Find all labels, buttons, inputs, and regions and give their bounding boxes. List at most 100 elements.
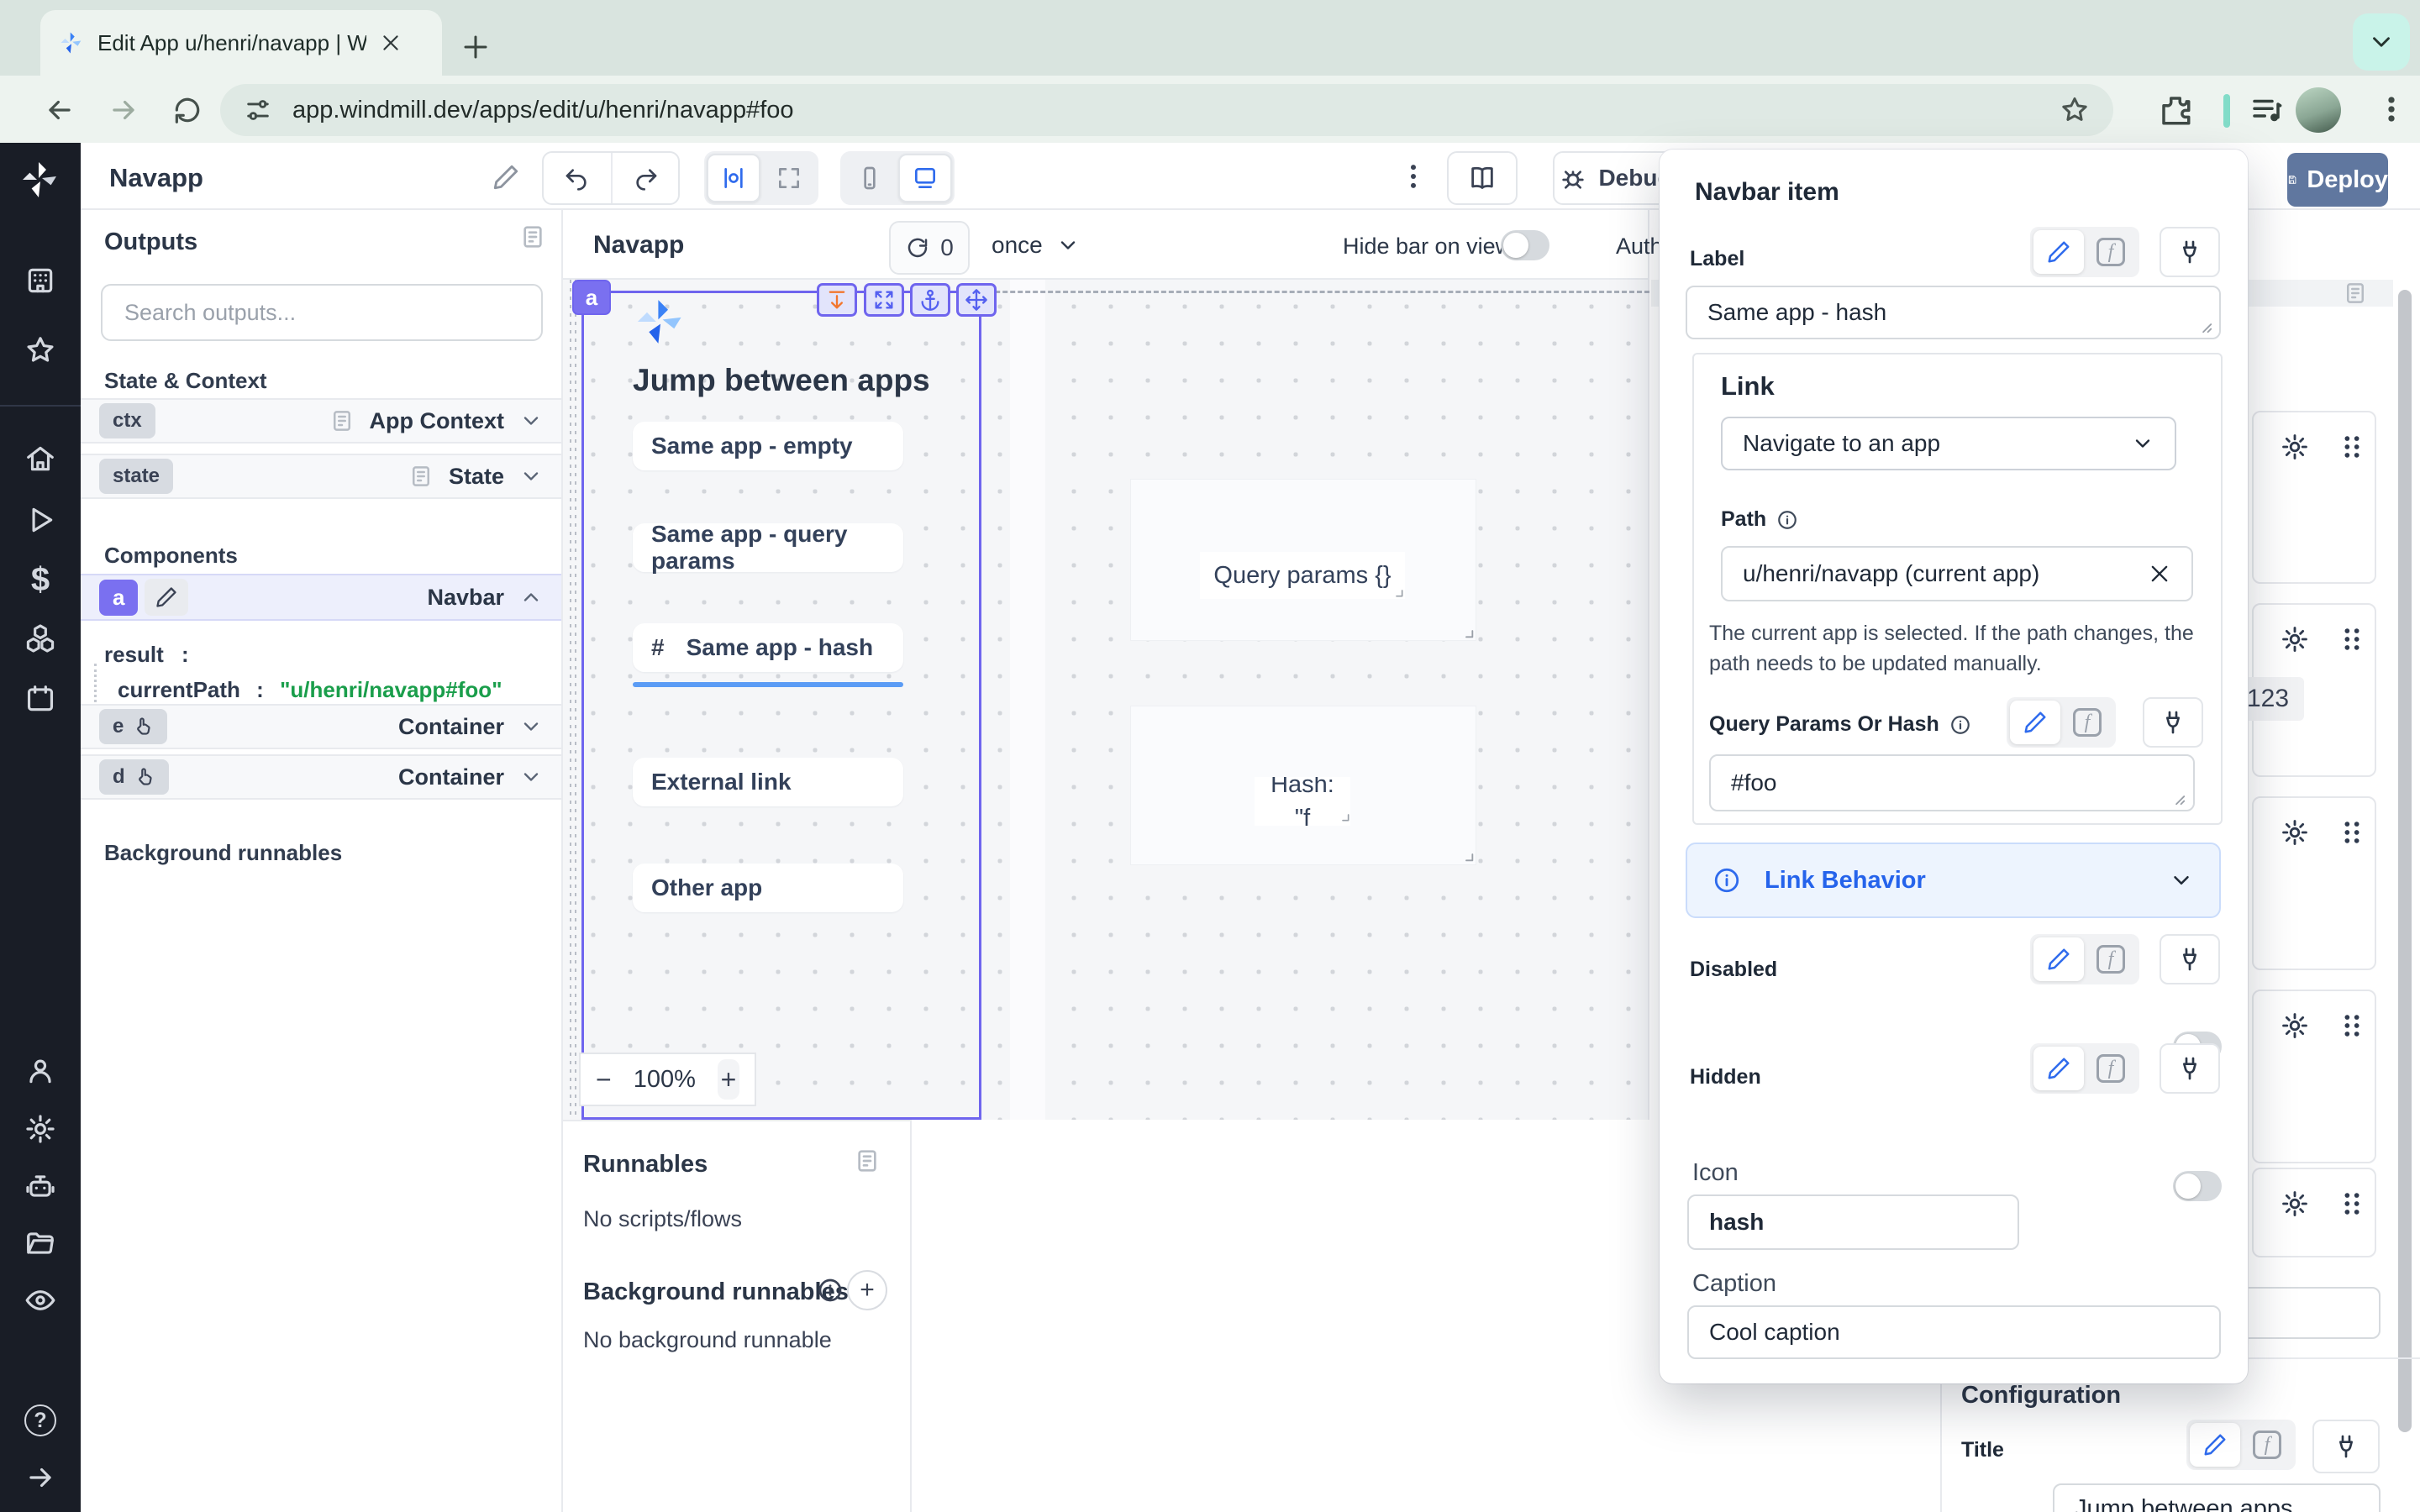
workspace-icon[interactable] [24, 265, 56, 297]
browser-menu-icon[interactable] [2373, 91, 2410, 128]
connect-plug-button[interactable] [2160, 1043, 2220, 1094]
container-d-row[interactable]: d Container [81, 754, 561, 800]
canvas-resize-gutter[interactable] [568, 280, 578, 1120]
help-icon[interactable]: ? [24, 1404, 56, 1436]
nav-item-other-app[interactable]: Other app [633, 864, 903, 912]
fn-icon[interactable]: f [2086, 1047, 2136, 1090]
textarea-resize-icon[interactable] [2168, 788, 2186, 806]
url-bar[interactable]: app.windmill.dev/apps/edit/u/henri/navap… [220, 84, 2113, 136]
container-e-row[interactable]: e Container [81, 704, 561, 749]
nav-item-hash[interactable]: # Same app - hash [633, 623, 903, 672]
panel-toggle-icon[interactable] [2343, 281, 2368, 306]
desktop-view-button[interactable] [898, 154, 952, 202]
users-person-icon[interactable] [24, 1055, 56, 1087]
fullscreen-component-button[interactable] [864, 283, 904, 317]
navbar-component-row[interactable]: a Navbar [81, 574, 561, 621]
docs-book-button[interactable] [1447, 151, 1518, 205]
favorites-star-icon[interactable] [24, 334, 56, 366]
expand-sidebar-arrow-icon[interactable] [24, 1462, 56, 1494]
fn-icon[interactable]: f [2242, 1423, 2292, 1467]
site-settings-icon[interactable] [244, 96, 272, 124]
chevron-down-icon[interactable] [519, 409, 543, 433]
icon-input[interactable]: hash [1687, 1194, 2019, 1250]
hide-bar-toggle[interactable] [1501, 230, 1549, 260]
move-component-button[interactable] [956, 283, 997, 317]
anchor-component-button[interactable] [910, 283, 950, 317]
hidden-toggle[interactable] [2173, 1171, 2222, 1201]
connect-plug-button[interactable] [2143, 697, 2203, 748]
selected-component-outline[interactable] [581, 291, 981, 1120]
static-pencil-icon[interactable] [2033, 1047, 2084, 1090]
static-pencil-icon[interactable] [2033, 937, 2084, 981]
bookmark-star-icon[interactable] [2060, 95, 2090, 125]
back-icon[interactable] [44, 94, 76, 126]
centered-layout-button[interactable] [707, 154, 760, 202]
schedules-calendar-icon[interactable] [24, 683, 56, 715]
chevron-down-icon[interactable] [519, 715, 543, 738]
avatar[interactable] [2296, 87, 2341, 133]
caption-input[interactable]: Cool caption [1687, 1305, 2221, 1359]
forward-icon[interactable] [108, 94, 139, 126]
redo-button[interactable] [611, 153, 678, 203]
state-row[interactable]: state State [81, 454, 561, 499]
zoom-out-button[interactable]: − [596, 1064, 612, 1095]
resize-corner-icon[interactable] [1334, 806, 1351, 823]
resize-corner-icon[interactable] [1388, 582, 1405, 599]
link-kind-select[interactable]: Navigate to an app [1721, 417, 2176, 470]
resize-corner-icon[interactable] [1457, 845, 1476, 864]
config-title-input[interactable]: Jump between apps [2053, 1483, 2381, 1512]
settings-gear-icon[interactable] [24, 1113, 56, 1145]
connect-plug-button[interactable] [2160, 227, 2220, 277]
zoom-in-button[interactable]: + [718, 1059, 739, 1100]
chevron-up-icon[interactable] [519, 585, 543, 609]
textarea-resize-icon[interactable] [2195, 316, 2213, 334]
folders-icon[interactable] [24, 1227, 56, 1259]
browser-tab[interactable]: Edit App u/henri/navapp | Win [40, 10, 442, 76]
fn-icon[interactable]: f [2086, 230, 2136, 274]
refresh-count-button[interactable]: 0 [889, 221, 970, 275]
chevron-down-icon[interactable] [519, 465, 543, 488]
component-card[interactable] [2252, 411, 2376, 584]
tab-list-button[interactable] [2353, 13, 2410, 71]
mobile-view-button[interactable] [843, 154, 897, 202]
run-mode-select[interactable]: once [992, 232, 1080, 259]
new-tab-button[interactable] [460, 32, 491, 62]
scrollbar-thumb[interactable] [2398, 290, 2412, 1432]
component-card[interactable] [2252, 990, 2376, 1163]
undo-button[interactable] [544, 153, 611, 203]
nav-item-query-params[interactable]: Same app - query params [633, 523, 903, 572]
audit-eye-icon[interactable] [24, 1284, 56, 1316]
add-background-runnable-button[interactable]: + [847, 1270, 887, 1310]
fn-icon[interactable]: f [2062, 701, 2112, 744]
resize-corner-icon[interactable] [1457, 622, 1476, 640]
connect-plug-button[interactable] [2160, 934, 2220, 984]
static-pencil-icon[interactable] [2010, 701, 2060, 744]
link-behavior-disclosure[interactable]: Link Behavior [1686, 843, 2221, 918]
more-menu-icon[interactable] [1397, 160, 1430, 193]
search-outputs-input[interactable] [101, 284, 543, 341]
panel-toggle-icon[interactable] [854, 1147, 881, 1174]
deploy-button[interactable]: Deploy [2287, 153, 2388, 207]
edit-pencil-icon[interactable] [145, 579, 188, 616]
extensions-icon[interactable] [2158, 92, 2193, 128]
rename-pencil-icon[interactable] [492, 163, 520, 192]
path-input[interactable]: u/henri/navapp (current app) [1721, 546, 2193, 601]
fullscreen-layout-button[interactable] [762, 154, 816, 202]
component-card[interactable] [2252, 796, 2376, 970]
nav-item-empty[interactable]: Same app - empty [633, 422, 903, 470]
reload-icon[interactable] [171, 94, 203, 126]
workers-robot-icon[interactable] [24, 1170, 56, 1202]
expand-down-button[interactable] [817, 283, 857, 317]
static-pencil-icon[interactable] [2190, 1423, 2240, 1467]
component-card[interactable] [2252, 1168, 2376, 1257]
variables-dollar-icon[interactable]: $ [24, 561, 56, 593]
query-params-text[interactable]: Query params {} [1200, 552, 1405, 599]
clear-x-icon[interactable] [2148, 562, 2171, 585]
chevron-down-icon[interactable] [519, 765, 543, 789]
static-pencil-icon[interactable] [2033, 230, 2084, 274]
media-controls-icon[interactable] [2249, 92, 2284, 128]
connect-plug-button[interactable] [2312, 1420, 2380, 1473]
query-hash-input[interactable]: #foo [1709, 754, 2195, 811]
nav-item-external-link[interactable]: External link [633, 758, 903, 806]
resources-cubes-icon[interactable] [24, 622, 56, 654]
